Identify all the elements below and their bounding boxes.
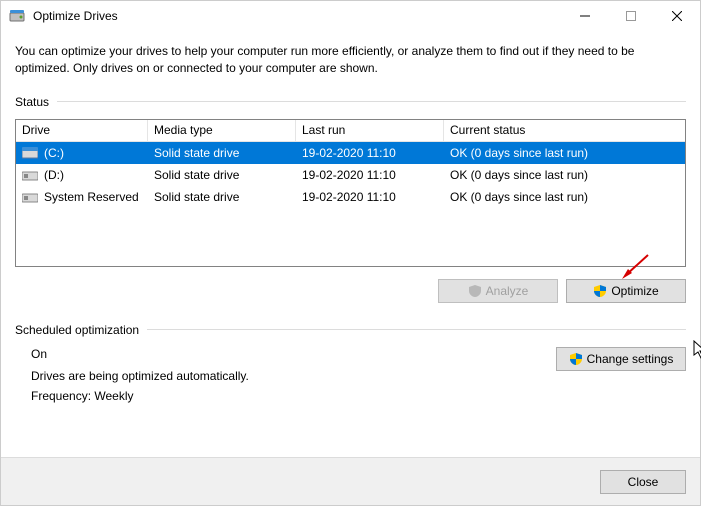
button-label: Change settings (587, 352, 674, 366)
shield-icon (593, 284, 607, 298)
close-window-button[interactable] (654, 1, 700, 31)
drive-name: (C:) (44, 146, 64, 160)
button-label: Optimize (611, 284, 658, 298)
drive-icon (22, 191, 38, 203)
divider (57, 101, 686, 102)
col-header-last[interactable]: Last run (296, 120, 444, 141)
action-buttons: Analyze Optimize (15, 279, 686, 303)
drives-listview[interactable]: Drive Media type Last run Current status… (15, 119, 686, 267)
current-status: OK (0 days since last run) (450, 190, 588, 204)
window-title: Optimize Drives (33, 9, 562, 23)
drive-name: System Reserved (44, 190, 139, 204)
scheduled-label: Scheduled optimization (15, 323, 147, 337)
optimize-button[interactable]: Optimize (566, 279, 686, 303)
analyze-button: Analyze (438, 279, 558, 303)
footer: Close (1, 457, 700, 505)
app-icon (9, 8, 25, 24)
media-type: Solid state drive (154, 146, 239, 160)
last-run: 19-02-2020 11:10 (302, 146, 396, 160)
drive-icon (22, 169, 38, 181)
status-label: Status (15, 95, 57, 109)
current-status: OK (0 days since last run) (450, 168, 588, 182)
media-type: Solid state drive (154, 168, 239, 182)
cursor-icon (693, 340, 701, 363)
button-label: Analyze (486, 284, 529, 298)
last-run: 19-02-2020 11:10 (302, 190, 396, 204)
scheduled-state: On (31, 347, 540, 361)
scheduled-freq: Frequency: Weekly (31, 389, 540, 403)
last-run: 19-02-2020 11:10 (302, 168, 396, 182)
shield-icon (468, 284, 482, 298)
scheduled-header: Scheduled optimization (15, 323, 686, 337)
button-label: Close (628, 475, 659, 489)
col-header-drive[interactable]: Drive (16, 120, 148, 141)
drive-icon (22, 147, 38, 159)
divider (147, 329, 686, 330)
listview-header[interactable]: Drive Media type Last run Current status (16, 120, 685, 142)
content-area: You can optimize your drives to help you… (1, 31, 700, 409)
change-settings-button[interactable]: Change settings (556, 347, 686, 371)
table-row[interactable]: (D:) Solid state drive 19-02-2020 11:10 … (16, 164, 685, 186)
scheduled-desc: Drives are being optimized automatically… (31, 369, 540, 383)
intro-text: You can optimize your drives to help you… (15, 43, 686, 77)
table-row[interactable]: System Reserved Solid state drive 19-02-… (16, 186, 685, 208)
minimize-button[interactable] (562, 1, 608, 31)
table-row[interactable]: (C:) Solid state drive 19-02-2020 11:10 … (16, 142, 685, 164)
scheduled-block: On Drives are being optimized automatica… (15, 347, 686, 409)
drive-name: (D:) (44, 168, 64, 182)
media-type: Solid state drive (154, 190, 239, 204)
col-header-media[interactable]: Media type (148, 120, 296, 141)
maximize-button[interactable] (608, 1, 654, 31)
col-header-status[interactable]: Current status (444, 120, 685, 141)
shield-icon (569, 352, 583, 366)
current-status: OK (0 days since last run) (450, 146, 588, 160)
status-header: Status (15, 95, 686, 109)
close-button[interactable]: Close (600, 470, 686, 494)
titlebar: Optimize Drives (1, 1, 700, 31)
